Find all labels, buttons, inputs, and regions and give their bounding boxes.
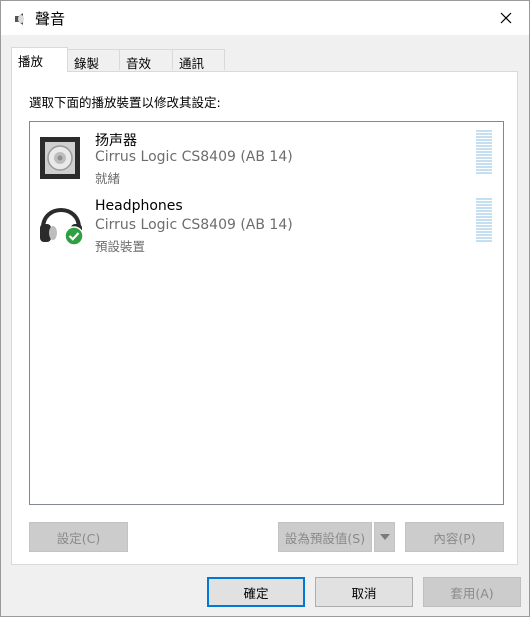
apply-button[interactable]: 套用(A) (423, 577, 521, 607)
cancel-button[interactable]: 取消 (315, 577, 413, 607)
instruction-text: 選取下面的播放裝置以修改其設定: (29, 95, 221, 110)
tab-communications[interactable]: 通訊 (172, 49, 225, 71)
set-default-button[interactable]: 設為預設值(S) (278, 522, 372, 552)
tab-sound-effects[interactable]: 音效 (119, 49, 173, 71)
default-device-check-icon (64, 226, 84, 246)
properties-button[interactable]: 內容(P) (405, 522, 504, 552)
device-item-speaker[interactable]: 扬声器 Cirrus Logic CS8409 (AB 14) 就緒 (30, 122, 503, 186)
volume-meter (476, 130, 492, 174)
window-title: 聲音 (35, 10, 66, 28)
device-status: 就緒 (95, 171, 121, 186)
tab-playback[interactable]: 播放 (11, 47, 68, 72)
title-bar[interactable]: 聲音 (1, 1, 529, 35)
configure-button[interactable]: 設定(C) (29, 522, 128, 552)
device-list[interactable]: 扬声器 Cirrus Logic CS8409 (AB 14) 就緒 Headp… (29, 121, 504, 505)
speaker-app-icon (15, 13, 24, 25)
close-button[interactable] (483, 1, 529, 35)
set-default-dropdown-button[interactable] (374, 522, 395, 552)
device-name: 扬声器 (95, 133, 137, 149)
speaker-icon (40, 137, 80, 179)
volume-meter (476, 198, 492, 242)
close-icon (500, 12, 512, 24)
device-name: Headphones (95, 198, 183, 214)
chevron-down-icon (379, 534, 390, 540)
ok-button[interactable]: 確定 (207, 577, 305, 607)
playback-panel: 選取下面的播放裝置以修改其設定: 扬声器 Cirrus Logic CS8409… (11, 71, 518, 565)
device-item-headphones[interactable]: Headphones Cirrus Logic CS8409 (AB 14) 預… (30, 190, 503, 254)
device-driver: Cirrus Logic CS8409 (AB 14) (95, 149, 293, 165)
tab-recording[interactable]: 錄製 (67, 49, 120, 71)
device-status: 預設裝置 (95, 239, 146, 254)
sound-dialog: 聲音 播放 錄製 音效 通訊 選取下面的播放裝置以修改其設定: 扬声器 Cirr… (0, 0, 530, 617)
device-driver: Cirrus Logic CS8409 (AB 14) (95, 217, 293, 233)
